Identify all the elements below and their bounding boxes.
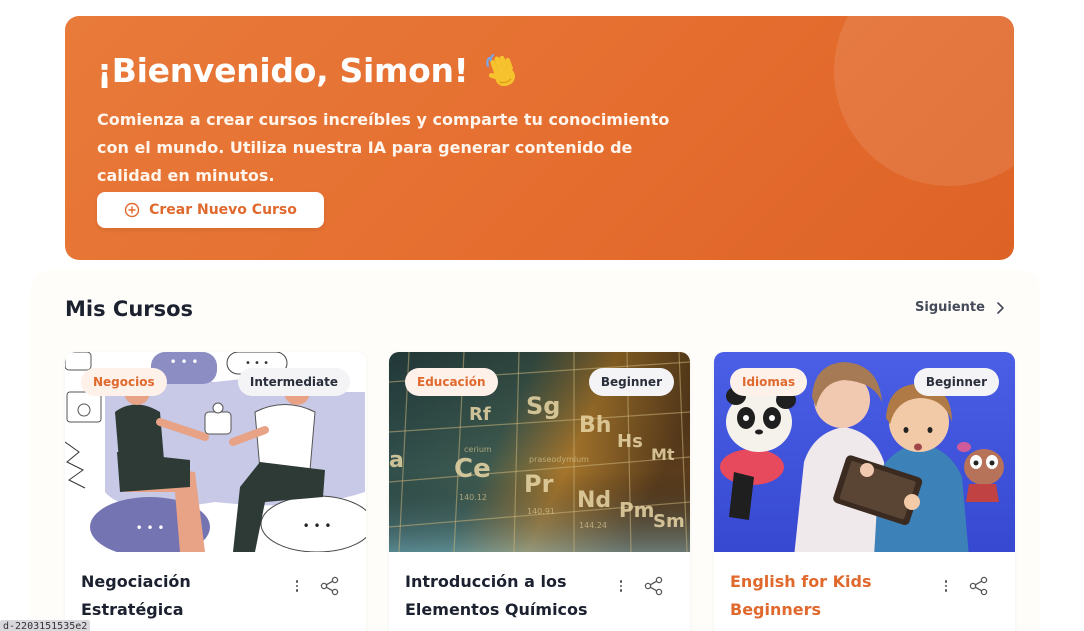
course-image-negotiation: • • • • • • • • • • • • Negocios Interme… xyxy=(65,352,366,552)
svg-text:Mt: Mt xyxy=(651,445,675,464)
svg-text:Ce: Ce xyxy=(454,454,491,484)
course-title[interactable]: Negociación Estratégica Intermedia xyxy=(81,568,286,631)
chevron-right-icon xyxy=(997,301,1004,314)
svg-text:Sg: Sg xyxy=(526,392,560,420)
my-courses-title: Mis Cursos xyxy=(65,297,194,321)
category-badge: Negocios xyxy=(81,368,167,396)
svg-text:cerium: cerium xyxy=(464,445,492,454)
svg-text:144.24: 144.24 xyxy=(579,521,607,530)
svg-text:Rf: Rf xyxy=(469,404,491,425)
more-options-icon[interactable] xyxy=(940,576,952,596)
svg-text:praseodymium: praseodymium xyxy=(529,455,589,464)
hero-decorative-circle xyxy=(834,16,1014,186)
create-new-course-button[interactable]: Crear Nuevo Curso xyxy=(97,192,324,228)
course-image-periodic-table: Sg Bh Hs Mt Ce Pr Nd Pm Sm a Rf 140.12 14… xyxy=(389,352,690,552)
svg-text:• • •: • • • xyxy=(170,355,199,369)
svg-text:140.12: 140.12 xyxy=(459,493,487,502)
svg-text:Hs: Hs xyxy=(617,431,643,452)
create-new-course-label: Crear Nuevo Curso xyxy=(149,202,297,218)
course-image-kids-tablet: Idiomas Beginner xyxy=(714,352,1015,552)
course-card[interactable]: • • • • • • • • • • • • Negocios Interme… xyxy=(65,352,366,631)
hero-description: Comienza a crear cursos increíbles y com… xyxy=(97,110,670,185)
course-card[interactable]: Sg Bh Hs Mt Ce Pr Nd Pm Sm a Rf 140.12 14… xyxy=(389,352,690,631)
level-badge: Intermediate xyxy=(237,368,350,396)
plus-circle-icon xyxy=(124,202,140,218)
waving-hand-icon xyxy=(482,50,522,90)
share-icon[interactable] xyxy=(319,575,341,597)
svg-text:Sm: Sm xyxy=(653,511,685,532)
next-label: Siguiente xyxy=(915,300,985,315)
course-title[interactable]: Introducción a los Elementos Químicos xyxy=(405,568,610,624)
debug-id-badge: d-2203151535e2 xyxy=(0,620,91,631)
next-page-link[interactable]: Siguiente xyxy=(915,300,1005,315)
category-badge: Educación xyxy=(405,368,498,396)
svg-text:Nd: Nd xyxy=(577,488,611,513)
category-badge: Idiomas xyxy=(730,368,808,396)
svg-text:Bh: Bh xyxy=(579,413,611,438)
more-options-icon[interactable] xyxy=(291,576,303,596)
course-card[interactable]: Idiomas Beginner English for Kids Beginn… xyxy=(714,352,1015,631)
svg-text:• • •: • • • xyxy=(136,521,165,535)
level-badge: Beginner xyxy=(913,368,999,396)
share-icon[interactable] xyxy=(968,575,990,597)
level-badge: Beginner xyxy=(588,368,674,396)
svg-text:Pr: Pr xyxy=(524,470,554,498)
hero-title-text: ¡Bienvenido, Simon! xyxy=(97,50,469,90)
svg-text:Pm: Pm xyxy=(619,498,655,522)
welcome-hero: ¡Bienvenido, Simon! Comienza a crear cur… xyxy=(65,16,1014,260)
svg-text:140.91: 140.91 xyxy=(527,507,555,516)
course-title[interactable]: English for Kids Beginners xyxy=(730,568,935,624)
svg-text:a: a xyxy=(389,448,404,473)
svg-text:• • •: • • • xyxy=(303,519,332,533)
share-icon[interactable] xyxy=(643,575,665,597)
more-options-icon[interactable] xyxy=(615,576,627,596)
hero-title: ¡Bienvenido, Simon! xyxy=(97,50,522,90)
